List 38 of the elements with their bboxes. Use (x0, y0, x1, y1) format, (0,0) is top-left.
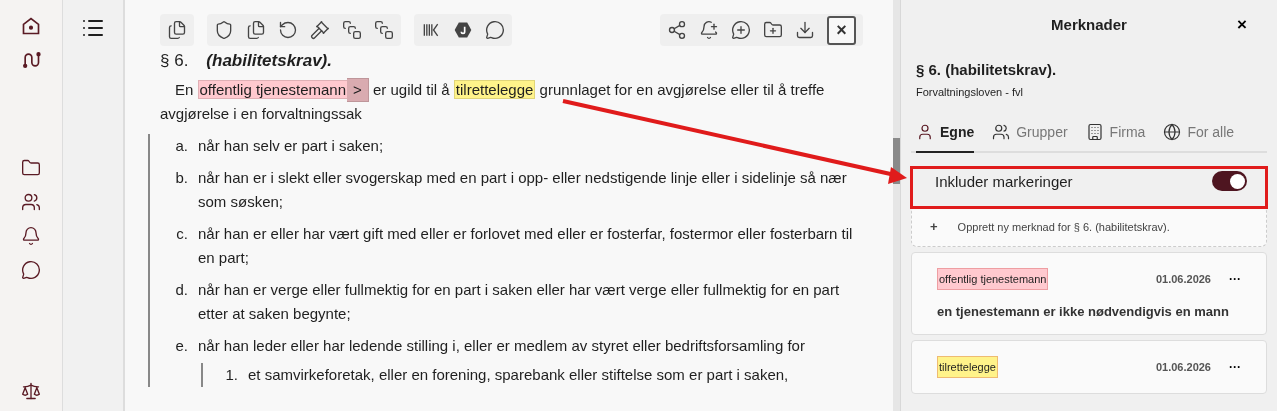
tab[interactable]: Egne (916, 123, 975, 153)
close-button[interactable]: × (827, 15, 856, 45)
note-date: 01.06.2026 (1155, 273, 1211, 285)
list-marker: a. (174, 136, 189, 156)
note-tag: tilrettelegge (937, 356, 998, 378)
list-item-text: når han er i slekt eller svogerskap med en part i opp- eller nedstigende linje eller i sidelinje så nær som søsken; (198, 168, 848, 212)
section-title: (habilitetskrav). (206, 51, 332, 71)
list-marker: d. (174, 280, 189, 300)
create-note-label: Opprett ny merknad for § 6. (habilitetskrav). (957, 220, 1170, 233)
plus-icon: + (930, 219, 938, 234)
paragraph-text: En offentlig tjenestemann > er ugild til å tilrettelegge grunnlaget for en avgjørelse eller til å treffe avgjørelse i en forvaltningssak (160, 78, 863, 126)
list-marker: 1. (224, 365, 239, 385)
tab[interactable]: Firma (1085, 123, 1146, 153)
list-item-text: når han leder eller har ledende stilling i, eller er medlem av styret eller bedriftsforsamling for (198, 336, 805, 356)
list-item-text: et samvirkeforetak, eller en forening, sparebank eller stiftelse som er part i saken, (248, 365, 789, 385)
more-button[interactable]: ··· (1229, 272, 1241, 286)
section-number: § 6. (160, 51, 189, 71)
note-date: 01.06.2026 (1155, 361, 1211, 373)
panel-title: Merknader (1051, 15, 1127, 33)
list-item-text: når han er verge eller fullmektig for en part i saken eller har vært verge eller fullmektig for en part etter at saken begynte; (198, 280, 841, 324)
note-heading: § 6. (habilitetskrav). (916, 61, 1058, 78)
law-name: Forvaltningsloven - fvl (916, 86, 1024, 98)
more-button[interactable]: ··· (1229, 360, 1241, 374)
expand-button[interactable]: > (347, 78, 369, 102)
list-marker: c. (175, 224, 189, 244)
highlighted-term[interactable]: tilrettelegge (453, 80, 536, 99)
highlighted-term[interactable]: offentlig tjenestemann (197, 80, 347, 99)
tab[interactable]: Grupper (992, 123, 1068, 153)
create-note-button[interactable]: + Opprett ny merknad for § 6. (habilitetskrav). (911, 206, 1267, 247)
list-item-text: når han selv er part i saken; (198, 136, 384, 156)
note-tag: offentlig tjenestemann (937, 268, 1049, 290)
close-button[interactable]: × (1237, 15, 1247, 35)
note-text: en tjenestemann er ikke nødvendigvis en mann (937, 304, 1230, 319)
tab[interactable]: For alle (1163, 123, 1235, 153)
toggle-label: Inkluder markeringer (935, 172, 1073, 190)
list-item-text: når han er eller har vært gift med eller er forlovet med eller er fosterfar, fostermor eller fosterbarn til en part; (198, 224, 854, 268)
list-marker: e. (174, 336, 189, 356)
list-marker: b. (174, 168, 189, 188)
